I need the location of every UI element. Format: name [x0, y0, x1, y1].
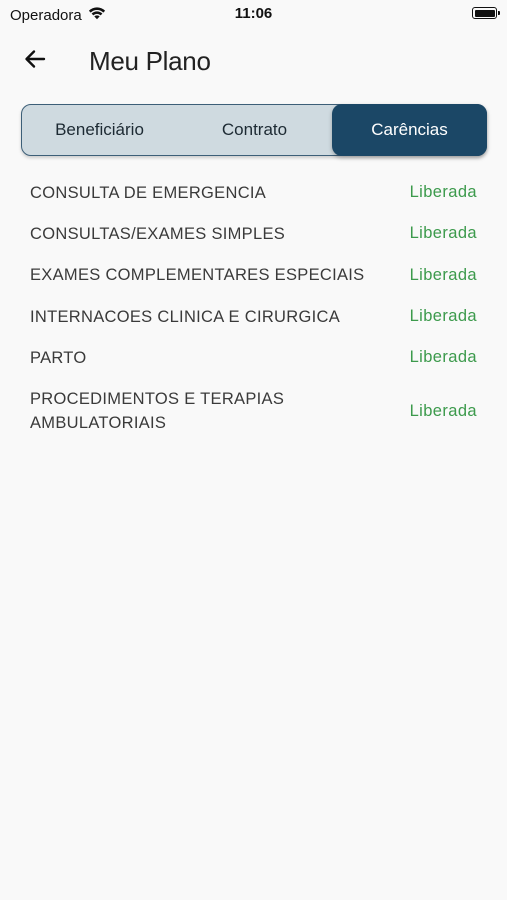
list-item: CONSULTAS/EXAMES SIMPLES Liberada: [0, 213, 507, 254]
list-item: EXAMES COMPLEMENTARES ESPECIAIS Liberada: [0, 254, 507, 296]
status-time: 11:06: [234, 5, 273, 22]
arrow-left-icon: [24, 49, 46, 74]
carencias-list: CONSULTA DE EMERGENCIA Liberada CONSULTA…: [0, 172, 507, 444]
carencia-status: Liberada: [409, 265, 477, 284]
carencia-name: INTERNACOES CLINICA E CIRURGICA: [30, 307, 341, 326]
tab-beneficiario[interactable]: Beneficiário: [22, 105, 177, 155]
list-item: INTERNACOES CLINICA E CIRURGICA Liberada: [0, 296, 507, 337]
carencia-name: EXAMES COMPLEMENTARES ESPECIAIS: [30, 266, 365, 284]
carencia-status: Liberada: [409, 224, 477, 242]
battery-icon: [472, 7, 500, 19]
carencia-status: Liberada: [409, 401, 477, 420]
battery-level: [474, 9, 495, 17]
page-title: Meu Plano: [89, 46, 211, 76]
list-item: CONSULTA DE EMERGENCIA Liberada: [0, 172, 507, 213]
app-header: Meu Plano: [0, 38, 507, 84]
carencia-status: Liberada: [409, 183, 477, 201]
tab-carencias[interactable]: Carências: [332, 104, 487, 156]
tab-contrato[interactable]: Contrato: [177, 105, 332, 155]
carencia-name: CONSULTAS/EXAMES SIMPLES: [30, 224, 286, 243]
status-bar: Operadora 11:06: [0, 0, 507, 30]
carencia-name: CONSULTA DE EMERGENCIA: [30, 183, 267, 202]
carencia-name: PROCEDIMENTOS E TERAPIAS AMBULATORIAIS: [30, 390, 285, 432]
plan-tabs: Beneficiário Contrato Carências: [21, 104, 487, 156]
list-item: PARTO Liberada: [0, 337, 507, 378]
carencia-status: Liberada: [409, 307, 477, 325]
list-item: PROCEDIMENTOS E TERAPIAS AMBULATORIAIS L…: [0, 378, 507, 444]
battery-tip: [498, 10, 500, 15]
back-button[interactable]: [18, 44, 52, 78]
carencia-name: PARTO: [30, 348, 87, 367]
carencia-status: Liberada: [409, 348, 477, 366]
